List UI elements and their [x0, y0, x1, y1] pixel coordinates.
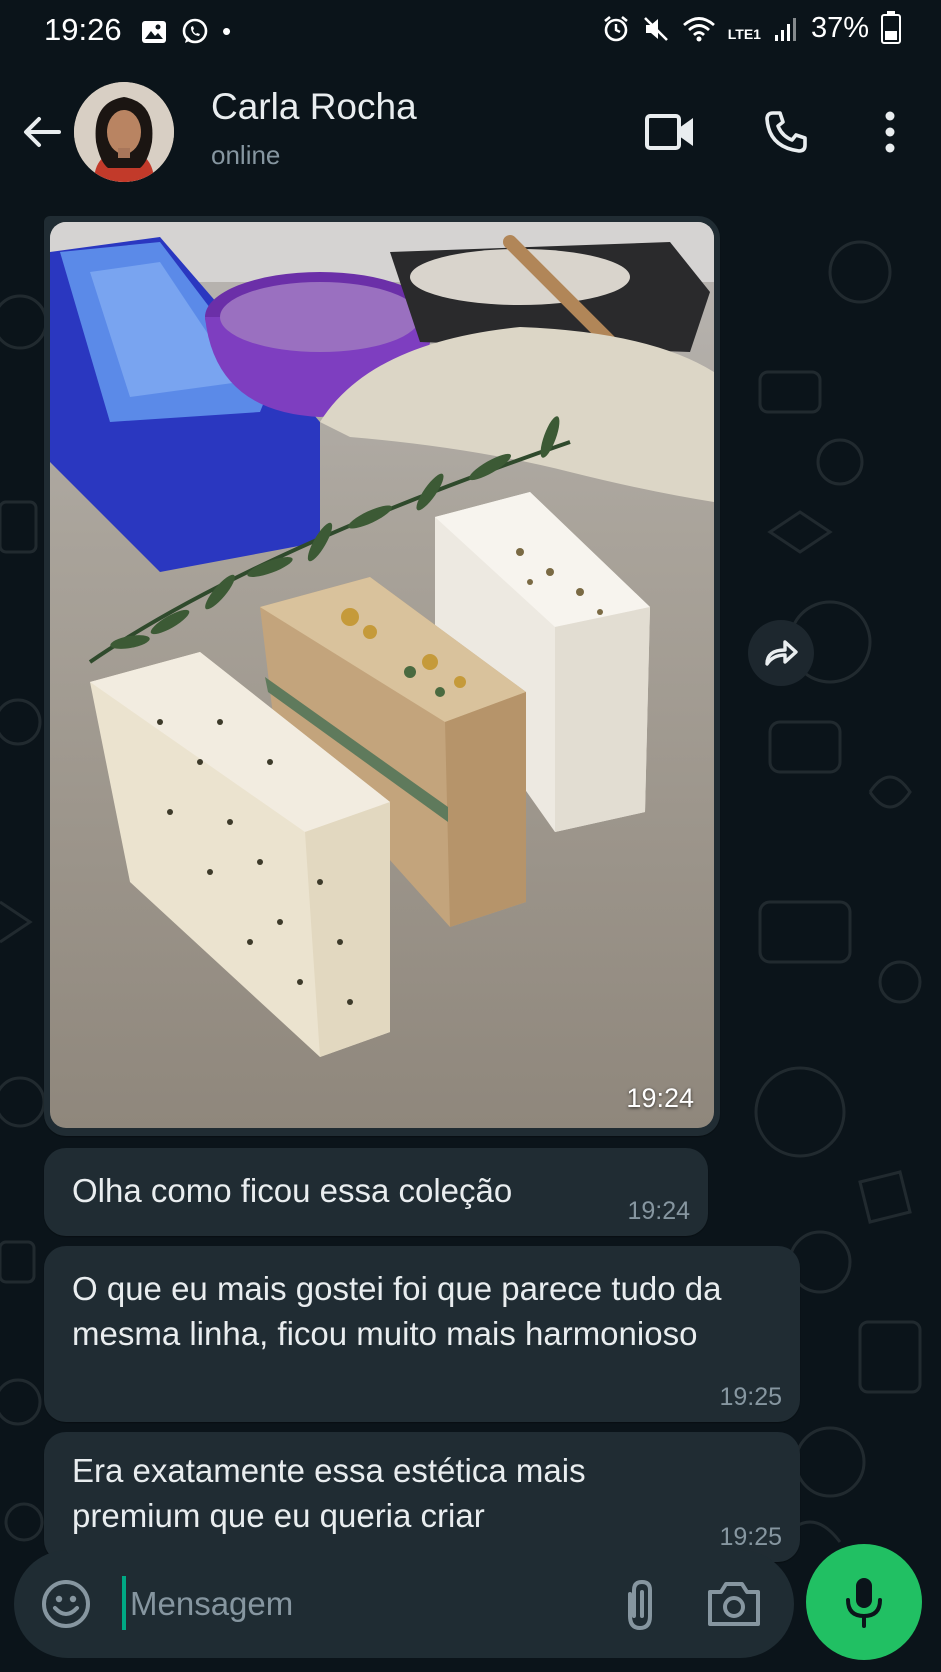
chat-header: Carla Rocha online [0, 64, 941, 202]
text-message[interactable]: O que eu mais gostei foi que parece tudo… [44, 1246, 800, 1422]
avatar[interactable] [74, 82, 174, 182]
shared-photo[interactable]: 19:24 [50, 222, 714, 1128]
video-call-icon [645, 114, 693, 150]
text-message[interactable]: Era exatamente essa estética mais premiu… [44, 1432, 800, 1562]
status-dot: • [222, 16, 232, 46]
status-system-icons: LTE1 37% [602, 10, 901, 45]
wifi-icon [682, 16, 715, 41]
message-time: 19:25 [719, 1383, 782, 1411]
status-time: 19:26 [44, 12, 122, 47]
back-button[interactable] [18, 108, 66, 156]
contact-photo [74, 82, 174, 182]
mute-icon [643, 16, 668, 41]
message-text: Olha como ficou essa coleção [72, 1172, 513, 1209]
alarm-icon [603, 15, 628, 41]
message-text: O que eu mais gostei foi que parece tudo… [72, 1270, 722, 1352]
status-bar: 19:26 • LTE1 37% [0, 0, 941, 64]
contact-status: online [211, 140, 281, 170]
image-message[interactable]: 19:24 [44, 216, 720, 1136]
voice-call-button[interactable] [758, 104, 814, 160]
more-vert-icon [885, 111, 895, 153]
whatsapp-icon [182, 18, 208, 43]
message-time: 19:25 [719, 1523, 782, 1551]
battery-icon [881, 10, 901, 44]
text-message[interactable]: Olha como ficou essa coleção 19:24 [44, 1148, 708, 1236]
network-label: LTE1 [727, 25, 761, 42]
signal-icon [774, 17, 796, 41]
contact-name[interactable]: Carla Rocha [211, 86, 417, 128]
voice-message-button[interactable] [806, 1544, 922, 1660]
more-options-button[interactable] [862, 104, 918, 160]
phone-icon [765, 111, 807, 153]
forward-button[interactable] [748, 620, 814, 686]
message-composer [14, 1550, 794, 1658]
message-text: Era exatamente essa estética mais premiu… [72, 1452, 586, 1534]
gallery-icon [142, 20, 166, 43]
chat-area[interactable]: 19:24 Olha como ficou essa coleção 19:24… [0, 202, 941, 1672]
soap-bars-photo [50, 222, 714, 1128]
battery-percent: 37% [810, 12, 869, 44]
arrow-back-icon [24, 117, 61, 147]
forward-icon [765, 640, 798, 666]
mic-icon [846, 1578, 882, 1628]
attach-icon[interactable] [612, 1576, 668, 1632]
camera-icon[interactable] [704, 1576, 764, 1632]
message-time: 19:24 [626, 1083, 694, 1113]
message-time: 19:24 [627, 1197, 690, 1225]
message-input[interactable] [122, 1574, 570, 1634]
status-notification-icons: • [140, 16, 231, 47]
emoji-icon[interactable] [40, 1578, 92, 1630]
video-call-button[interactable] [642, 104, 698, 160]
